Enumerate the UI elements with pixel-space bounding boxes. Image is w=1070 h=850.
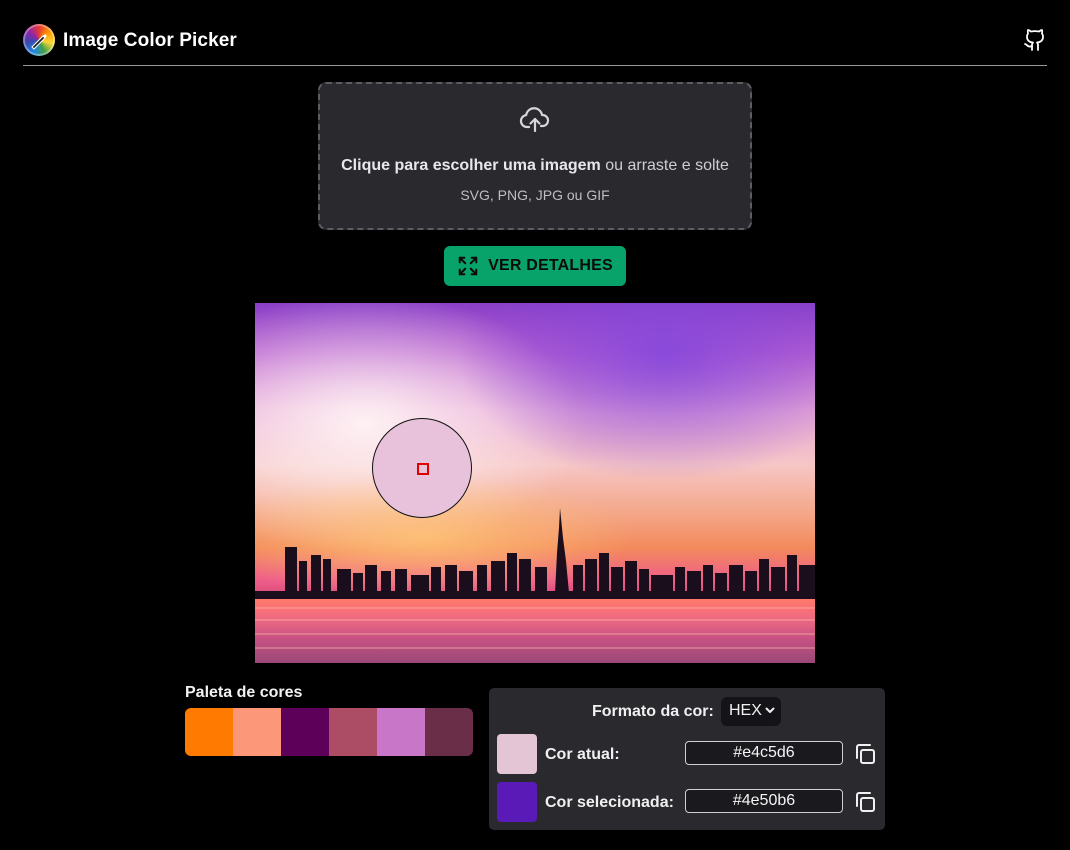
palette-swatch[interactable] [185, 708, 233, 756]
city-skyline [255, 508, 815, 603]
palette-swatch[interactable] [329, 708, 377, 756]
selected-color-field[interactable] [685, 789, 843, 813]
selected-color-label: Cor selecionada: [545, 794, 674, 811]
palette-title: Paleta de cores [185, 684, 303, 701]
color-magnifier [372, 418, 472, 518]
current-color-label: Cor atual: [545, 746, 620, 763]
app-header: Image Color Picker [23, 22, 1047, 66]
copy-current-icon[interactable] [853, 742, 877, 766]
image-dropzone[interactable]: Clique para escolher uma imagem ou arras… [318, 82, 752, 230]
palette-swatch[interactable] [281, 708, 329, 756]
view-details-label: VER DETALHES [488, 257, 613, 274]
github-icon[interactable] [1023, 28, 1047, 52]
app-title: Image Color Picker [63, 30, 237, 51]
current-color-swatch [497, 734, 537, 774]
dropzone-formats: SVG, PNG, JPG ou GIF [460, 187, 610, 203]
water-reflection [255, 599, 815, 663]
image-canvas[interactable] [255, 303, 815, 663]
dropzone-secondary-text: ou arraste e solte [605, 157, 729, 174]
expand-icon [458, 256, 478, 276]
copy-selected-icon[interactable] [853, 790, 877, 814]
selected-color-swatch [497, 782, 537, 822]
cloud-upload-icon [519, 107, 550, 133]
current-color-field[interactable] [685, 741, 843, 765]
format-label: Formato da cor: [592, 703, 714, 720]
color-info-panel: Formato da cor: HEX Cor atual: Cor selec… [489, 688, 885, 830]
format-select[interactable]: HEX [721, 697, 781, 726]
color-wheel-pencil-icon [23, 24, 55, 56]
format-select-value: HEX [729, 702, 762, 719]
chevron-down-icon [765, 707, 775, 713]
palette-swatch[interactable] [425, 708, 473, 756]
color-palette [185, 708, 473, 756]
palette-swatch[interactable] [377, 708, 425, 756]
palette-swatch[interactable] [233, 708, 281, 756]
view-details-button[interactable]: VER DETALHES [444, 246, 626, 286]
dropzone-primary-text: Clique para escolher uma imagem [341, 157, 601, 174]
crosshair-marker [417, 463, 429, 475]
dropzone-instructions: Clique para escolher uma imagem ou arras… [320, 157, 750, 175]
